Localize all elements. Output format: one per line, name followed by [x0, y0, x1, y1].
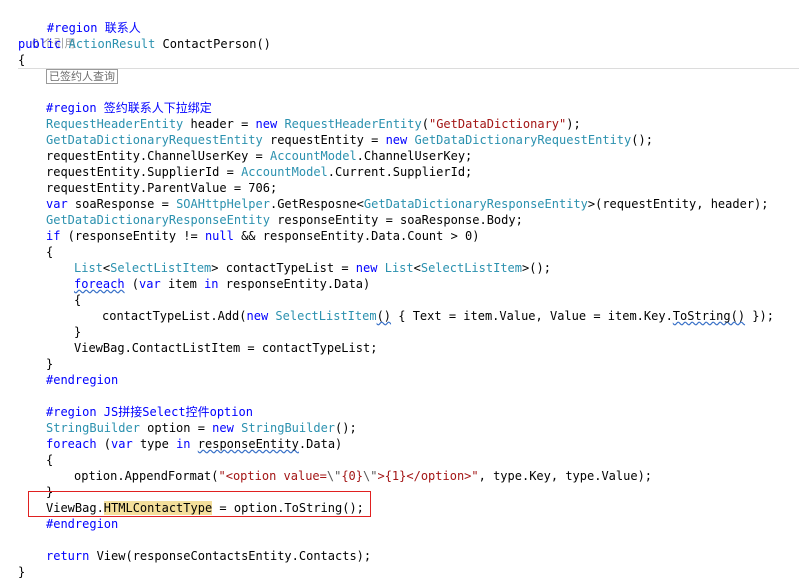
region-directive: #region 签约联系人下拉绑定: [46, 101, 212, 115]
code-line: option.AppendFormat("<option value=\"{0}…: [74, 469, 653, 483]
modifier: public: [18, 37, 62, 51]
code-line: var soaResponse = SOAHttpHelper.GetRespo…: [46, 197, 769, 211]
code-line: }: [18, 565, 26, 579]
code-line: RequestHeaderEntity header = new Request…: [46, 117, 581, 131]
code-line: contactTypeList.Add(new SelectListItem()…: [102, 309, 774, 323]
return-type: ActionResult: [68, 37, 156, 51]
code-line: }: [74, 325, 82, 339]
code-line: StringBuilder option = new StringBuilder…: [46, 421, 357, 435]
region-directive: #region 联系人: [18, 4, 141, 35]
code-line: GetDataDictionaryRequestEntity requestEn…: [46, 133, 653, 147]
reference-count-link[interactable]: 0 个引用: [18, 20, 76, 50]
code-editor[interactable]: #region 联系人 0 个引用 public ActionResult Co…: [0, 0, 799, 588]
code-line: {: [46, 453, 54, 467]
code-line: requestEntity.SupplierId = AccountModel.…: [46, 165, 473, 179]
annotation-box: [28, 491, 371, 517]
code-line: foreach (var item in responseEntity.Data…: [74, 277, 371, 291]
code-line: List<SelectListItem> contactTypeList = n…: [74, 261, 551, 275]
code-line: }: [46, 357, 54, 371]
region-directive: #region JS拼接Select控件option: [46, 405, 253, 419]
code-line: {: [18, 53, 26, 67]
method-signature: public ActionResult ContactPerson(): [18, 36, 271, 52]
code-line: requestEntity.ChannelUserKey = AccountMo…: [46, 149, 473, 163]
separator-line: [18, 68, 799, 69]
code-line: requestEntity.ParentValue = 706;: [46, 181, 278, 195]
code-line: GetDataDictionaryResponseEntity response…: [46, 213, 523, 227]
code-line: if (responseEntity != null && responseEn…: [46, 229, 480, 243]
method-name: ContactPerson(): [155, 37, 271, 51]
endregion-directive: #endregion: [46, 373, 119, 387]
endregion-directive: #endregion: [46, 517, 119, 531]
collapsed-region-button[interactable]: 已签约人查询: [46, 69, 118, 84]
code-line: {: [74, 293, 82, 307]
code-line: {: [46, 245, 54, 259]
code-line: foreach (var type in responseEntity.Data…: [46, 437, 343, 451]
code-line: return View(responseContactsEntity.Conta…: [46, 549, 372, 563]
code-line: ViewBag.ContactListItem = contactTypeLis…: [74, 341, 378, 355]
